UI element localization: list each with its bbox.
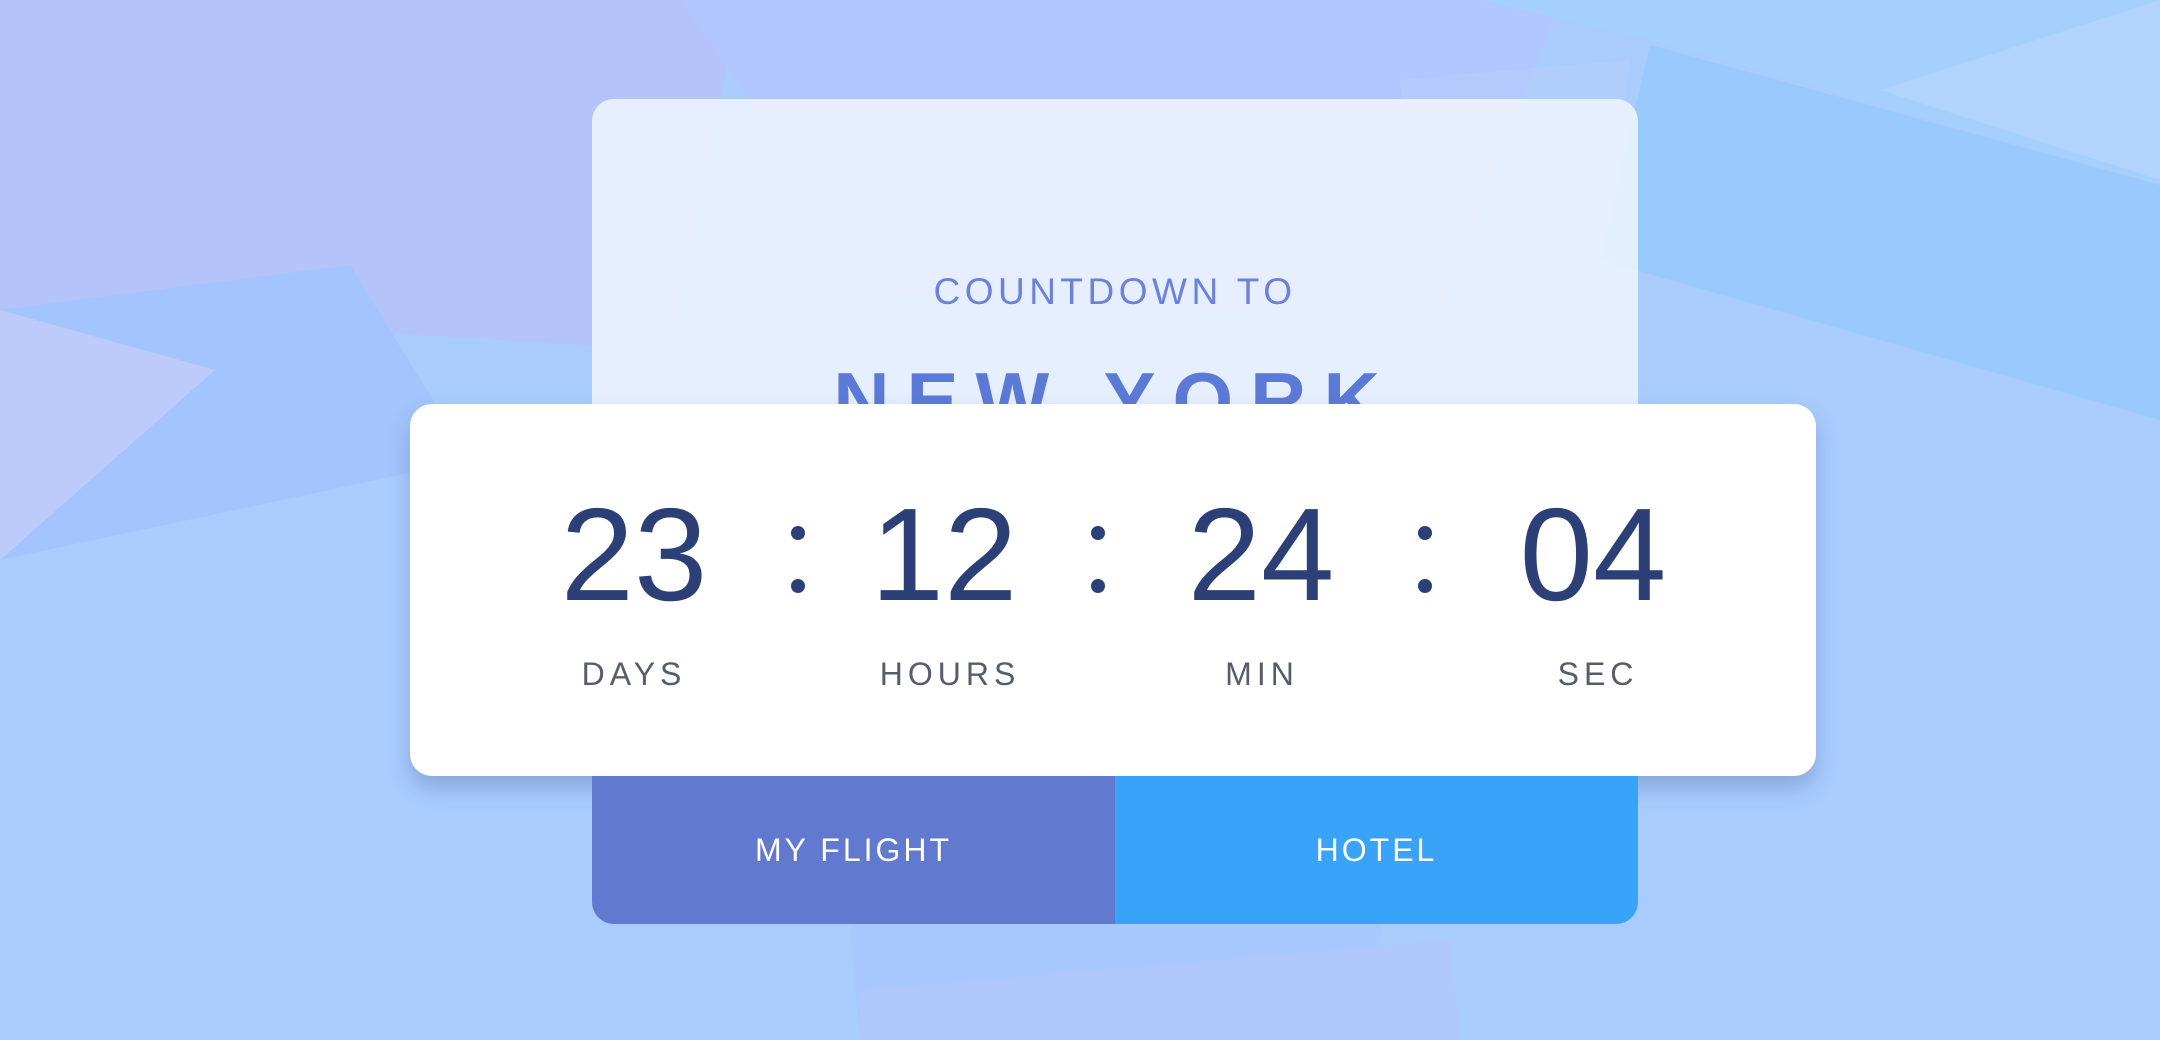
action-buttons: MY FLIGHT HOTEL	[592, 776, 1638, 924]
separator-colon	[1090, 526, 1106, 596]
hotel-button[interactable]: HOTEL	[1115, 776, 1638, 924]
seconds-value: 04	[1519, 481, 1667, 628]
minutes-value: 24	[1187, 481, 1335, 628]
days-label: DAYS	[581, 656, 687, 692]
my-flight-button[interactable]: MY FLIGHT	[592, 776, 1115, 924]
header-card: COUNTDOWN TO NEW YORK	[592, 99, 1638, 444]
countdown-timer-card: 23 12 24 04 DAYS HOURS MIN SEC	[410, 404, 1816, 776]
separator-colon	[1417, 526, 1433, 596]
hours-value: 12	[870, 481, 1018, 628]
days-value: 23	[560, 481, 708, 628]
minutes-label: MIN	[1225, 656, 1299, 692]
seconds-label: SEC	[1557, 656, 1639, 692]
hours-label: HOURS	[879, 656, 1021, 692]
separator-colon	[790, 526, 806, 596]
countdown-subtitle: COUNTDOWN TO	[933, 271, 1297, 312]
